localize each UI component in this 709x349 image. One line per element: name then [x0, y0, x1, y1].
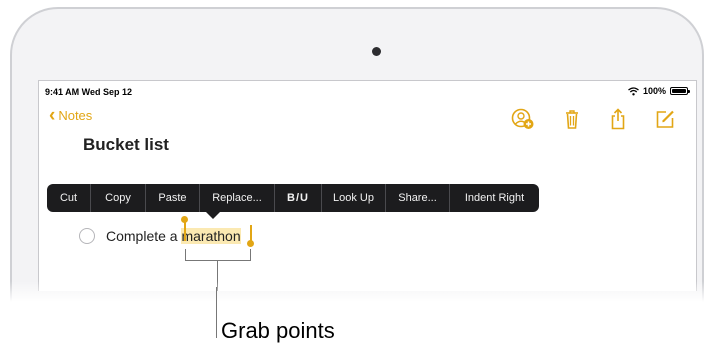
- look-up-button[interactable]: Look Up: [322, 184, 386, 212]
- callout-label: Grab points: [221, 318, 335, 343]
- trash-icon[interactable]: [560, 107, 584, 131]
- paste-button[interactable]: Paste: [146, 184, 200, 212]
- cut-button[interactable]: Cut: [47, 184, 91, 212]
- item-text-prefix: Complete a: [106, 228, 182, 244]
- note-title[interactable]: Bucket list: [83, 135, 169, 155]
- back-label: Notes: [58, 108, 93, 123]
- checklist-circle[interactable]: [79, 228, 95, 244]
- indent-right-button[interactable]: Indent Right: [450, 184, 539, 212]
- copy-button[interactable]: Copy: [91, 184, 146, 212]
- screen: 9:41 AM Wed Sep 12 100% ‹ Notes Bucket l…: [38, 80, 697, 291]
- edit-menu-pointer: [206, 212, 220, 219]
- wifi-icon: [628, 86, 639, 95]
- front-camera: [372, 47, 381, 56]
- screen-fade: [0, 281, 709, 311]
- compose-icon[interactable]: [653, 107, 677, 131]
- status-time-date: 9:41 AM Wed Sep 12: [45, 87, 133, 97]
- start-handle-stem: [184, 221, 186, 241]
- selected-text[interactable]: marathon: [181, 228, 241, 244]
- edit-menu: Cut Copy Paste Replace... B/U Look Up Sh…: [47, 184, 539, 212]
- share-icon[interactable]: [606, 107, 630, 131]
- add-person-icon[interactable]: [511, 107, 535, 131]
- format-bold-italic-underline-button[interactable]: B/U: [275, 184, 322, 212]
- chevron-left-icon: ‹: [49, 105, 56, 126]
- battery-icon: [670, 87, 690, 95]
- checklist-item-text[interactable]: Complete a marathon: [106, 228, 241, 244]
- replace-button[interactable]: Replace...: [200, 184, 275, 212]
- end-grab-handle[interactable]: [247, 240, 254, 247]
- callout-bracket: [185, 249, 251, 261]
- status-right: 100%: [628, 86, 690, 96]
- share-menu-button[interactable]: Share...: [386, 184, 450, 212]
- callout-leader-line: [216, 287, 217, 338]
- battery-percent: 100%: [642, 86, 666, 96]
- back-button[interactable]: ‹ Notes: [49, 105, 93, 126]
